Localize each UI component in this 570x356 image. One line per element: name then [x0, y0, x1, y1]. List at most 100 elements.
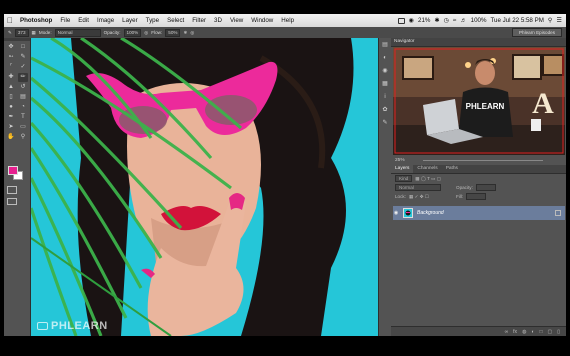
link-layers-icon[interactable]: ∞ [505, 329, 509, 335]
opacity-label: Opacity: [103, 30, 121, 35]
navigator-zoom-value[interactable]: 25% [395, 158, 405, 163]
datetime[interactable]: Tue Jul 22 5:58 PM [490, 14, 543, 27]
quick-mask-icon[interactable] [7, 186, 17, 194]
workspace-select[interactable]: Phlearn Episodes [511, 28, 562, 37]
layer-lock-row: Lock: ▦ ✓ ✥ ☐ Fill: [395, 193, 487, 200]
brush-panel-icon[interactable]: ✿ [381, 106, 389, 114]
dodge-tool-icon[interactable]: ◔ [18, 103, 28, 112]
new-group-icon[interactable]: □ [539, 329, 542, 335]
brush-size[interactable]: 373 [14, 28, 29, 37]
camera-icon[interactable] [397, 17, 405, 24]
adjustments-icon[interactable]: ◐ [381, 54, 389, 62]
tab-layers[interactable]: Layers [391, 165, 414, 173]
menu-type[interactable]: Type [142, 14, 163, 27]
swatches-icon[interactable]: ▦ [381, 80, 389, 88]
battery-percent[interactable]: 21% [418, 14, 430, 27]
brush-tool-icon[interactable]: ✏ [18, 73, 28, 82]
blur-tool-icon[interactable]: ● [6, 103, 16, 112]
status-area: ◉ 21% ✱ ◷ ≈ ♬ 100% Tue Jul 22 5:58 PM ⚲ … [397, 14, 566, 27]
screen-mode-icon[interactable] [7, 198, 17, 205]
opacity-field[interactable]: 100% [123, 28, 142, 37]
trash-icon[interactable]: ▯ [557, 329, 560, 335]
bluetooth-icon[interactable]: ✱ [434, 14, 439, 27]
canvas-image [31, 38, 378, 336]
navigator-preview: PHLEARN A [393, 47, 565, 155]
eye-icon[interactable]: ◉ [409, 14, 414, 27]
flow-field[interactable]: 50% [165, 28, 181, 37]
hand-tool-icon[interactable]: ✋ [6, 133, 16, 142]
gradient-tool-icon[interactable]: ▤ [18, 93, 28, 102]
right-panels: Navigator PHLEARN A 25% Layers Channels … [391, 38, 566, 336]
volume-percent[interactable]: 100% [471, 14, 487, 27]
layer-row-background[interactable]: ◉ Background [393, 206, 565, 220]
history-icon[interactable]: ▤ [381, 41, 389, 49]
navigator-thumbnail[interactable]: PHLEARN A [393, 47, 565, 155]
layer-opacity-field[interactable] [475, 184, 496, 191]
zoom-slider[interactable] [423, 160, 543, 161]
menu-help[interactable]: Help [277, 14, 298, 27]
menu-3d[interactable]: 3D [210, 14, 226, 27]
menu-window[interactable]: Window [247, 14, 277, 27]
fx-icon[interactable]: fx [513, 329, 517, 335]
pressure-opacity-icon[interactable]: ◎ [144, 30, 148, 36]
layer-fill-field[interactable] [466, 193, 487, 200]
path-select-tool-icon[interactable]: ➤ [6, 123, 16, 132]
lock-icons[interactable]: ▦ ✓ ✥ ☐ [409, 193, 429, 200]
menu-filter[interactable]: Filter [188, 14, 210, 27]
tab-channels[interactable]: Channels [413, 165, 441, 173]
search-icon[interactable]: ⚲ [548, 14, 553, 27]
type-tool-icon[interactable]: T [18, 113, 28, 122]
filter-icons[interactable]: ▩ ◯ T ▭ ▢ [415, 175, 441, 182]
apple-icon[interactable]:  [4, 14, 16, 27]
eraser-tool-icon[interactable]: ▯ [6, 93, 16, 102]
stamp-tool-icon[interactable]: ▲ [6, 83, 16, 92]
layers-footer: ∞ fx ◍ ◐ □ ▢ ▯ [391, 326, 566, 336]
layer-name[interactable]: Background [417, 210, 444, 216]
menu-select[interactable]: Select [163, 14, 188, 27]
history-brush-tool-icon[interactable]: ↺ [18, 83, 28, 92]
volume-icon[interactable]: ♬ [460, 14, 466, 27]
tab-paths[interactable]: Paths [442, 165, 462, 173]
foreground-color-swatch[interactable] [8, 166, 18, 175]
menu-edit[interactable]: Edit [74, 14, 93, 27]
clock-icon[interactable]: ◷ [444, 14, 449, 27]
lock-label: Lock: [395, 194, 406, 199]
pen-tool-icon[interactable]: ✒ [6, 113, 16, 122]
lasso-tool-icon[interactable]: ➳ [6, 53, 16, 62]
blend-mode-select[interactable]: Normal [395, 184, 441, 191]
mode-label: Mode: [38, 30, 52, 35]
layer-thumbnail [403, 208, 413, 218]
eyedropper-tool-icon[interactable]: ✓ [18, 63, 28, 72]
layer-kind-select[interactable]: Kind [395, 175, 413, 182]
shape-tool-icon[interactable]: ▭ [18, 123, 28, 132]
color-icon[interactable]: ◉ [381, 67, 389, 75]
visibility-eye-icon[interactable]: ◉ [393, 210, 399, 216]
menu-layer[interactable]: Layer [118, 14, 141, 27]
crop-tool-icon[interactable]: ⌜ [6, 63, 16, 72]
mode-select[interactable]: Normal [54, 28, 101, 37]
list-icon[interactable]: ☰ [556, 14, 562, 27]
adjustment-layer-icon[interactable]: ◐ [531, 329, 534, 335]
pressure-size-icon[interactable]: ◎ [190, 30, 194, 36]
move-tool-icon[interactable]: ✥ [6, 43, 16, 52]
add-mask-icon[interactable]: ◍ [522, 329, 526, 335]
menu-image[interactable]: Image [93, 14, 118, 27]
wifi-icon[interactable]: ≈ [453, 14, 456, 27]
brush-preset-icon[interactable]: ✎ [8, 30, 12, 36]
layer-lock-icon [555, 210, 561, 216]
menu-file[interactable]: File [56, 14, 74, 27]
healing-tool-icon[interactable]: ✚ [6, 73, 16, 82]
zoom-tool-icon[interactable]: ⚲ [18, 133, 28, 142]
quick-select-tool-icon[interactable]: ✎ [18, 53, 28, 62]
airbrush-icon[interactable]: ❄ [183, 30, 187, 36]
tool-presets-icon[interactable]: ✎ [381, 119, 389, 127]
watermark-text: PHLEARN [51, 320, 108, 332]
marquee-tool-icon[interactable]: □ [18, 43, 28, 52]
new-layer-icon[interactable]: ▢ [548, 329, 553, 335]
menu-photoshop[interactable]: Photoshop [16, 14, 56, 27]
info-icon[interactable]: i [381, 93, 389, 101]
menu-view[interactable]: View [226, 14, 247, 27]
brush-panel-icon[interactable]: ▦ [32, 30, 36, 36]
document-canvas[interactable]: PHLEARN [31, 38, 378, 336]
navigator-header[interactable]: Navigator [391, 38, 566, 47]
